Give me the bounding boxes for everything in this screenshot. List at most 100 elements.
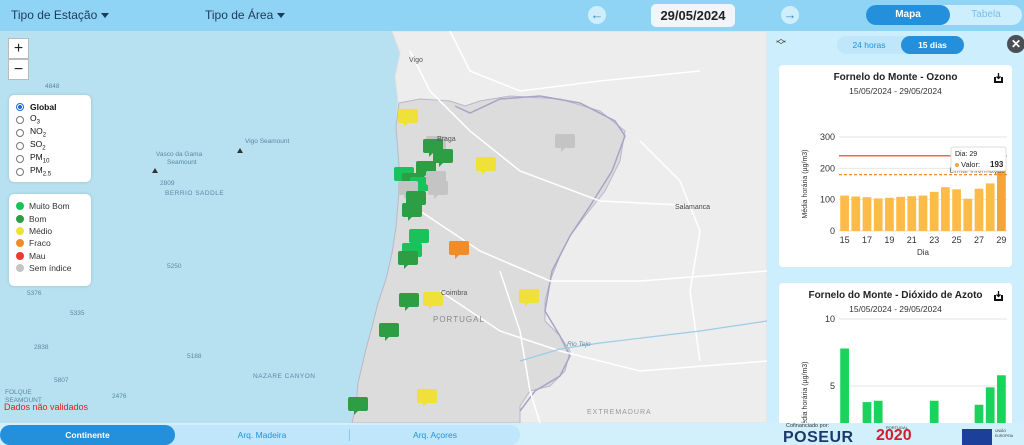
depth-label: 2809 — [160, 180, 175, 187]
zoom-out-button[interactable]: − — [8, 59, 29, 80]
view-toggle: Mapa Tabela — [866, 5, 1022, 25]
pollutant-option-no2[interactable]: NO2 — [16, 126, 84, 139]
station-type-dropdown[interactable]: Tipo de Estação — [11, 8, 110, 22]
eu-label: UNIÃO EUROPEIA — [995, 429, 1014, 438]
chevrons-icon[interactable]: ︿ ﹀ — [776, 35, 786, 52]
x-tick-label: 29 — [996, 235, 1006, 245]
seamount-icon — [237, 148, 243, 153]
area-type-dropdown[interactable]: Tipo de Área — [205, 8, 286, 22]
pollutant-option-global[interactable]: Global — [16, 100, 84, 113]
sea-label: Seamount — [167, 159, 197, 166]
ozone-chart: 0100200300Limiar informação1517192123252… — [802, 132, 1007, 257]
pollutant-label: PM2.5 — [30, 165, 52, 178]
portugal2020-logo: 2020 — [876, 427, 912, 444]
tab-acores[interactable]: Arq. Açores — [350, 425, 520, 445]
chart-bar — [929, 400, 939, 423]
depth-label: 5335 — [70, 310, 85, 317]
range-24h-button[interactable]: 24 horas — [837, 36, 901, 54]
legend-item: Fraco — [16, 237, 84, 249]
radio[interactable] — [16, 167, 24, 176]
sea-label: Vasco da Gama — [156, 151, 203, 158]
legend-dot — [16, 239, 24, 248]
radio[interactable] — [16, 154, 24, 163]
chart-bar — [885, 197, 894, 231]
prev-day-button[interactable]: ← — [588, 6, 606, 24]
eu-flag-icon — [962, 429, 992, 445]
x-tick-label: 23 — [929, 235, 939, 245]
tooltip-value: 193 — [990, 160, 1004, 169]
chart-bar — [997, 375, 1006, 423]
radio-selected[interactable] — [16, 102, 24, 111]
quality-legend: Muito Bom Bom Médio Fraco Mau Sem índice — [9, 194, 91, 286]
no2-chart: 5 10 Média horária (µg/m3) — [802, 314, 1007, 423]
map-area[interactable]: Vigo Braga Salamanca Coimbra PORTUGAL Ri… — [0, 31, 767, 423]
station-type-label: Tipo de Estação — [11, 8, 98, 22]
poseur-logo: POSEUR — [783, 429, 854, 445]
chevron-down-icon — [277, 13, 286, 19]
place-label: Salamanca — [675, 204, 711, 211]
range-15d-button[interactable]: 15 dias — [901, 36, 964, 54]
y-tick-label: 10 — [825, 314, 835, 324]
y-axis-label: Média horária (µg/m3) — [802, 361, 809, 423]
chart-bar — [985, 387, 995, 423]
radio[interactable] — [16, 115, 24, 124]
next-day-button[interactable]: → — [781, 6, 799, 24]
unvalidated-notice: Dados não validados — [4, 402, 89, 412]
pollutant-label: O3 — [30, 113, 40, 126]
pollutant-option-pm25[interactable]: PM2.5 — [16, 165, 84, 178]
pollutant-option-o3[interactable]: O3 — [16, 113, 84, 126]
close-button[interactable]: ✕ — [1007, 35, 1024, 53]
depth-label: 5376 — [27, 290, 42, 297]
sea-label: FOLQUE — [5, 389, 32, 396]
chart-bar — [918, 195, 928, 231]
chart-bar — [896, 196, 905, 231]
pollutant-option-so2[interactable]: SO2 — [16, 139, 84, 152]
chevron-down-icon — [101, 13, 110, 19]
legend-label: Fraco — [29, 238, 51, 249]
radio[interactable] — [16, 128, 24, 137]
date-display[interactable]: 29/05/2024 — [651, 4, 735, 27]
pollutant-label: NO2 — [30, 126, 47, 139]
sea-label: Vigo Seamount — [245, 138, 290, 145]
legend-item: Sem índice — [16, 262, 84, 274]
no2-chart-card: Fornelo do Monte - Dióxido de Azoto 15/0… — [779, 283, 1012, 423]
x-axis-label: Dia — [917, 248, 930, 257]
legend-dot — [16, 264, 24, 273]
legend-label: Bom — [29, 213, 47, 224]
tab-continente[interactable]: Continente — [0, 425, 175, 445]
view-map-button[interactable]: Mapa — [866, 5, 950, 25]
seamount-icon — [152, 168, 158, 173]
ozone-chart-card: Fornelo do Monte - Ozono 15/05/2024 - 29… — [779, 65, 1012, 267]
bottom-bar: Continente Arq. Madeira Arq. Açores Cofi… — [0, 423, 1024, 445]
legend-item: Bom — [16, 212, 84, 224]
area-type-label: Tipo de Área — [205, 8, 274, 22]
legend-item: Médio — [16, 225, 84, 237]
chart-bar — [952, 189, 961, 231]
y-tick-label: 100 — [820, 195, 835, 205]
depth-label: 2476 — [112, 393, 127, 400]
sea-label: NAZARE CANYON — [253, 373, 316, 380]
legend-dot — [16, 214, 24, 223]
pollutant-label: PM10 — [30, 152, 50, 165]
x-tick-label: 25 — [952, 235, 962, 245]
legend-label: Muito Bom — [29, 201, 70, 212]
tab-madeira[interactable]: Arq. Madeira — [175, 425, 349, 445]
radio[interactable] — [16, 141, 24, 150]
legend-label: Médio — [29, 225, 53, 236]
app-root: Tipo de Estação Tipo de Área ← 29/05/202… — [0, 0, 1024, 445]
pollutant-option-pm10[interactable]: PM10 — [16, 152, 84, 165]
chart-bar — [963, 198, 973, 231]
tooltip-value-label: Valor: — [961, 160, 980, 169]
tooltip-day: Dia: 29 — [955, 151, 977, 158]
chart-bar — [851, 196, 861, 231]
legend-dot — [16, 226, 24, 235]
chart-bar — [907, 196, 917, 231]
legend-item: Muito Bom — [16, 200, 84, 212]
chart-bar — [997, 170, 1006, 231]
view-table-button[interactable]: Tabela — [950, 5, 1022, 25]
pollutant-label: SO2 — [30, 139, 46, 152]
legend-item: Mau — [16, 250, 84, 262]
zoom-in-button[interactable]: + — [8, 38, 29, 59]
range-toggle: 24 horas 15 dias — [837, 36, 964, 54]
legend-dot — [16, 202, 24, 211]
